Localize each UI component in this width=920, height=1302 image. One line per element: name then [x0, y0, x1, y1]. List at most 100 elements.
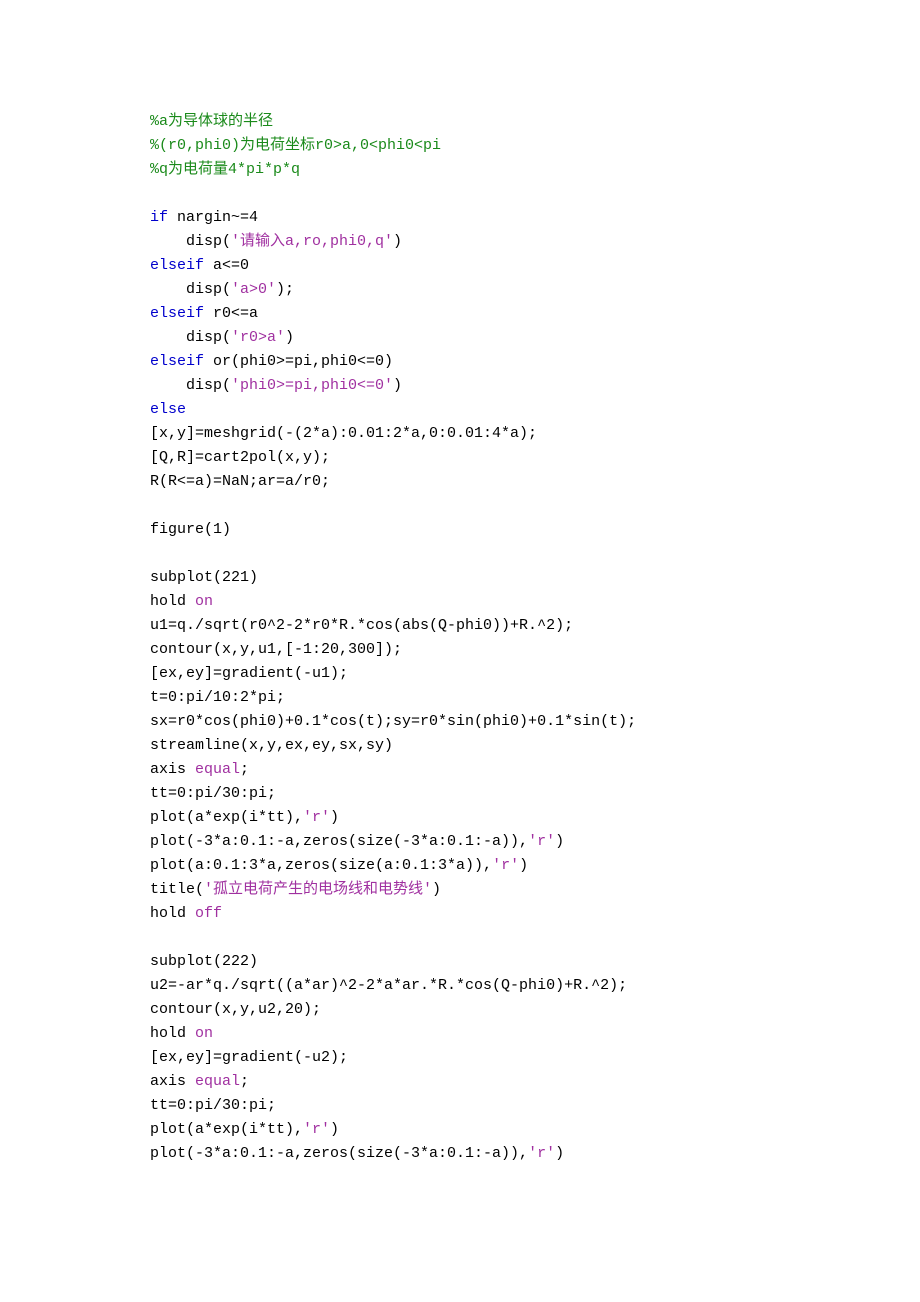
code-line: title('孤立电荷产生的电场线和电势线') — [150, 878, 770, 902]
code-line: plot(a:0.1:3*a,zeros(size(a:0.1:3*a)),'r… — [150, 854, 770, 878]
code-token: contour(x,y,u1,[-1:20,300]); — [150, 641, 402, 658]
code-token: ; — [240, 1073, 249, 1090]
code-token: 'r' — [492, 857, 519, 874]
code-token: figure(1) — [150, 521, 231, 538]
code-token: streamline(x,y,ex,ey,sx,sy) — [150, 737, 393, 754]
code-line: R(R<=a)=NaN;ar=a/r0; — [150, 470, 770, 494]
code-token: ) — [393, 377, 402, 394]
code-line: if nargin~=4 — [150, 206, 770, 230]
code-token: equal — [195, 1073, 240, 1090]
code-token: u1=q./sqrt(r0^2-2*r0*R.*cos(abs(Q-phi0))… — [150, 617, 573, 634]
code-token: subplot(221) — [150, 569, 258, 586]
code-line: u2=-ar*q./sqrt((a*ar)^2-2*a*ar.*R.*cos(Q… — [150, 974, 770, 998]
code-token: tt=0:pi/30:pi; — [150, 1097, 276, 1114]
code-line — [150, 494, 770, 518]
code-token: %(r0,phi0)为电荷坐标r0>a,0<phi0<pi — [150, 137, 441, 154]
code-line: tt=0:pi/30:pi; — [150, 1094, 770, 1118]
code-token: disp( — [150, 281, 231, 298]
code-line: hold on — [150, 590, 770, 614]
code-token: 'r' — [303, 1121, 330, 1138]
code-token: disp( — [150, 233, 231, 250]
code-token: ) — [519, 857, 528, 874]
code-token: or(phi0>=pi,phi0<=0) — [204, 353, 393, 370]
code-line — [150, 926, 770, 950]
code-token: r0<=a — [204, 305, 258, 322]
code-token: ); — [276, 281, 294, 298]
code-token: ) — [330, 1121, 339, 1138]
code-token: elseif — [150, 257, 204, 274]
code-line: axis equal; — [150, 1070, 770, 1094]
code-line: t=0:pi/10:2*pi; — [150, 686, 770, 710]
code-line: subplot(222) — [150, 950, 770, 974]
code-token: %a为导体球的半径 — [150, 113, 273, 130]
code-token: ) — [285, 329, 294, 346]
code-line: %(r0,phi0)为电荷坐标r0>a,0<phi0<pi — [150, 134, 770, 158]
code-token: plot(-3*a:0.1:-a,zeros(size(-3*a:0.1:-a)… — [150, 1145, 528, 1162]
code-token: ) — [393, 233, 402, 250]
code-line — [150, 542, 770, 566]
code-token: 'a>0' — [231, 281, 276, 298]
code-line: hold off — [150, 902, 770, 926]
code-token: a<=0 — [204, 257, 249, 274]
code-token: ) — [432, 881, 441, 898]
code-token: on — [195, 1025, 213, 1042]
code-token: axis — [150, 1073, 195, 1090]
code-line: disp('r0>a') — [150, 326, 770, 350]
code-token: hold — [150, 593, 195, 610]
code-line: plot(-3*a:0.1:-a,zeros(size(-3*a:0.1:-a)… — [150, 1142, 770, 1166]
code-line: streamline(x,y,ex,ey,sx,sy) — [150, 734, 770, 758]
code-token: ; — [240, 761, 249, 778]
code-line: [ex,ey]=gradient(-u2); — [150, 1046, 770, 1070]
code-line: plot(a*exp(i*tt),'r') — [150, 1118, 770, 1142]
code-line: subplot(221) — [150, 566, 770, 590]
code-token: on — [195, 593, 213, 610]
code-token: '请输入a,ro,phi0,q' — [231, 233, 393, 250]
code-token: if — [150, 209, 168, 226]
code-token: ) — [330, 809, 339, 826]
code-token: hold — [150, 905, 195, 922]
code-line: elseif or(phi0>=pi,phi0<=0) — [150, 350, 770, 374]
code-line: u1=q./sqrt(r0^2-2*r0*R.*cos(abs(Q-phi0))… — [150, 614, 770, 638]
code-token: [ex,ey]=gradient(-u1); — [150, 665, 348, 682]
code-line — [150, 182, 770, 206]
code-line: disp('请输入a,ro,phi0,q') — [150, 230, 770, 254]
code-line: figure(1) — [150, 518, 770, 542]
code-token: plot(a*exp(i*tt), — [150, 1121, 303, 1138]
code-line: [Q,R]=cart2pol(x,y); — [150, 446, 770, 470]
code-token: hold — [150, 1025, 195, 1042]
code-token: ) — [555, 833, 564, 850]
code-token: 'r' — [303, 809, 330, 826]
code-line: contour(x,y,u1,[-1:20,300]); — [150, 638, 770, 662]
code-line: else — [150, 398, 770, 422]
code-token: contour(x,y,u2,20); — [150, 1001, 321, 1018]
code-token: disp( — [150, 329, 231, 346]
code-token: 'r' — [528, 833, 555, 850]
code-token: t=0:pi/10:2*pi; — [150, 689, 285, 706]
code-token: tt=0:pi/30:pi; — [150, 785, 276, 802]
code-token: sx=r0*cos(phi0)+0.1*cos(t);sy=r0*sin(phi… — [150, 713, 636, 730]
code-line: [ex,ey]=gradient(-u1); — [150, 662, 770, 686]
code-token: subplot(222) — [150, 953, 258, 970]
code-token: equal — [195, 761, 240, 778]
code-token: plot(-3*a:0.1:-a,zeros(size(-3*a:0.1:-a)… — [150, 833, 528, 850]
code-line: elseif a<=0 — [150, 254, 770, 278]
code-token: 'r0>a' — [231, 329, 285, 346]
code-line: axis equal; — [150, 758, 770, 782]
code-line: [x,y]=meshgrid(-(2*a):0.01:2*a,0:0.01:4*… — [150, 422, 770, 446]
code-token: '孤立电荷产生的电场线和电势线' — [204, 881, 432, 898]
code-line: %a为导体球的半径 — [150, 110, 770, 134]
code-line: disp('a>0'); — [150, 278, 770, 302]
code-token: title( — [150, 881, 204, 898]
code-line: %q为电荷量4*pi*p*q — [150, 158, 770, 182]
code-token: elseif — [150, 353, 204, 370]
document-page: %a为导体球的半径 %(r0,phi0)为电荷坐标r0>a,0<phi0<pi %q… — [0, 0, 920, 1302]
code-line: disp('phi0>=pi,phi0<=0') — [150, 374, 770, 398]
code-token: [x,y]=meshgrid(-(2*a):0.01:2*a,0:0.01:4*… — [150, 425, 537, 442]
code-token: [ex,ey]=gradient(-u2); — [150, 1049, 348, 1066]
code-line: elseif r0<=a — [150, 302, 770, 326]
code-token: u2=-ar*q./sqrt((a*ar)^2-2*a*ar.*R.*cos(Q… — [150, 977, 627, 994]
code-line: tt=0:pi/30:pi; — [150, 782, 770, 806]
code-token: %q为电荷量4*pi*p*q — [150, 161, 300, 178]
code-line: hold on — [150, 1022, 770, 1046]
code-line: sx=r0*cos(phi0)+0.1*cos(t);sy=r0*sin(phi… — [150, 710, 770, 734]
